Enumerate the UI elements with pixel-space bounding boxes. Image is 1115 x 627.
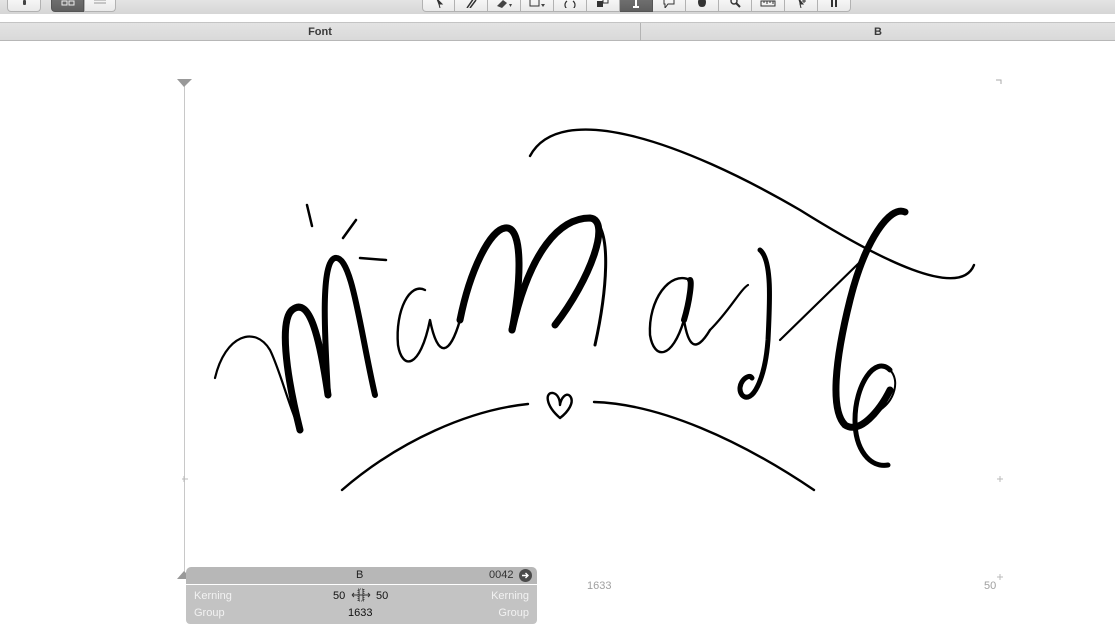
letter-m-first-arch — [456, 224, 523, 334]
letter-a2-stem — [681, 277, 694, 323]
letter-s-connector — [708, 283, 750, 332]
swash-left-arc — [340, 402, 530, 492]
glyph-info-panel: B 0042 Kerning Kerning Group Group 50 50… — [186, 567, 537, 624]
sparkle-stroke — [305, 203, 314, 228]
letter-t-stem — [832, 207, 909, 431]
letter-m-second-arch — [508, 214, 603, 334]
left-sidebearing-field[interactable]: 50 — [333, 590, 345, 602]
sparkle-stroke — [341, 218, 358, 240]
left-kerning-label: Kerning — [194, 590, 232, 602]
letter-a-bowl — [396, 287, 462, 363]
unicode-value[interactable]: 0042 — [489, 569, 513, 581]
glyph-info-body: Kerning Kerning Group Group 50 50 1633 — [186, 585, 537, 624]
letter-s-stroke — [737, 247, 773, 400]
arrow-circle-icon[interactable] — [519, 569, 532, 582]
letter-a2-bowl — [648, 276, 712, 354]
width-readout: 1633 — [587, 580, 612, 592]
swash-right-arc — [592, 400, 816, 492]
glyph-info-header: B 0042 — [186, 567, 537, 584]
rsb-readout: 50 — [984, 580, 997, 592]
sidebearing-link-icon[interactable] — [350, 588, 372, 604]
glyph-namaste-artwork[interactable] — [0, 0, 1115, 627]
sparkle-stroke — [358, 256, 388, 262]
heart-icon — [546, 391, 573, 420]
glyph-name[interactable]: B — [356, 569, 363, 581]
right-kerning-label: Kerning — [491, 590, 529, 602]
right-sidebearing-field[interactable]: 50 — [376, 590, 388, 602]
width-field[interactable]: 1633 — [348, 607, 372, 619]
right-group-label: Group — [498, 607, 529, 619]
letter-a-stroke — [321, 255, 378, 398]
left-group-label: Group — [194, 607, 225, 619]
